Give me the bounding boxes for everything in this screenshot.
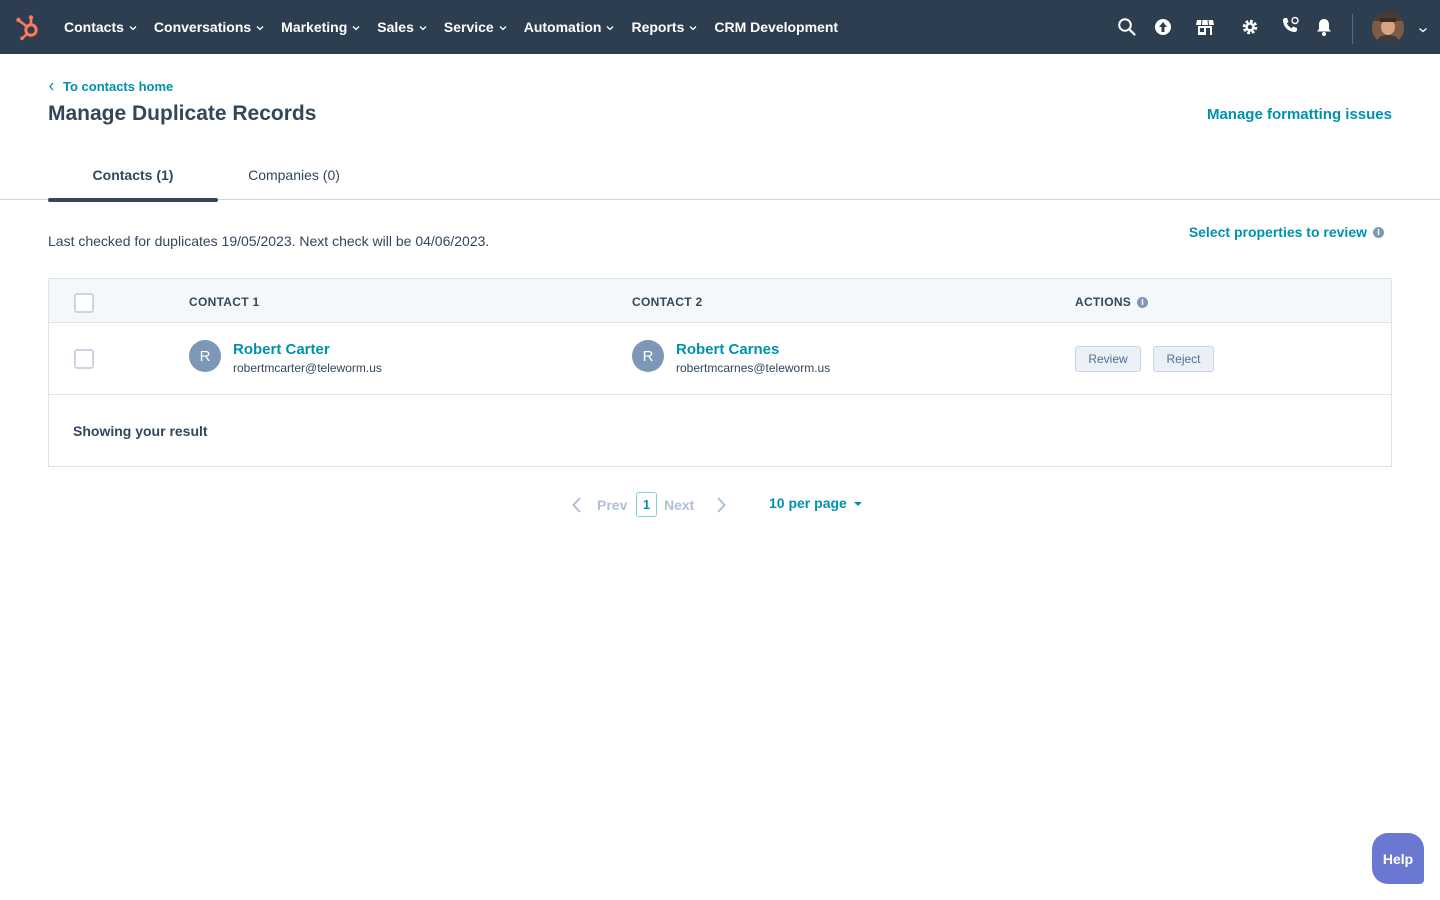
column-header-label: ACTIONS xyxy=(1075,295,1132,309)
chevron-left-icon[interactable] xyxy=(571,496,582,514)
chevron-down-icon xyxy=(689,26,697,31)
prev-page-button[interactable]: Prev xyxy=(597,497,627,513)
page-title: Manage Duplicate Records xyxy=(48,102,317,125)
main-menu: Contacts Conversations Marketing Sales S… xyxy=(64,0,855,54)
chevron-down-icon xyxy=(607,26,614,31)
select-properties-link[interactable]: Select properties to review i xyxy=(1189,224,1384,240)
tab-companies[interactable]: Companies (0) xyxy=(218,150,370,200)
contact-1-name-link[interactable]: Robert Carter xyxy=(233,341,330,358)
nav-marketing-label: Marketing xyxy=(281,19,348,35)
info-icon[interactable]: i xyxy=(1373,226,1384,238)
column-header-label: CONTACT 2 xyxy=(632,295,703,309)
chevron-down-icon xyxy=(499,26,507,31)
nav-conversations[interactable]: Conversations xyxy=(154,19,264,35)
column-header-actions: ACTIONS i xyxy=(1075,295,1149,309)
chevron-down-icon xyxy=(419,26,427,31)
nav-sales-label: Sales xyxy=(377,19,414,35)
reject-button[interactable]: Reject xyxy=(1153,346,1214,372)
nav-marketing[interactable]: Marketing xyxy=(281,19,360,35)
nav-crm-development-label: CRM Development xyxy=(714,19,839,35)
column-header-contact-2: CONTACT 2 xyxy=(632,295,702,309)
duplicates-table: CONTACT 1 CONTACT 2 ACTIONS i R Robert C… xyxy=(48,278,1392,467)
manage-formatting-issues-link[interactable]: Manage formatting issues xyxy=(1207,106,1392,123)
top-navigation: Contacts Conversations Marketing Sales S… xyxy=(0,0,1440,54)
nav-contacts[interactable]: Contacts xyxy=(64,19,137,35)
next-page-button[interactable]: Next xyxy=(664,497,694,513)
calling-icon[interactable] xyxy=(1280,16,1300,36)
nav-automation-label: Automation xyxy=(523,19,602,35)
select-properties-label: Select properties to review xyxy=(1188,224,1367,240)
contact-avatar: R xyxy=(189,340,221,372)
nav-sales[interactable]: Sales xyxy=(377,19,427,35)
table-row: R Robert Carter robertmcarter@teleworm.u… xyxy=(49,323,1391,395)
back-to-contacts-link[interactable]: To contacts home xyxy=(48,79,173,94)
record-type-tabs: Contacts (1) Companies (0) xyxy=(0,150,1440,202)
row-checkbox[interactable] xyxy=(74,349,94,369)
hubspot-logo-icon[interactable] xyxy=(14,13,42,41)
current-page-button[interactable]: 1 xyxy=(636,492,657,517)
nav-service[interactable]: Service xyxy=(444,19,507,35)
chevron-down-icon xyxy=(352,26,360,31)
table-header: CONTACT 1 CONTACT 2 ACTIONS i xyxy=(49,279,1391,323)
per-page-dropdown[interactable]: 10 per page xyxy=(769,495,862,511)
nav-divider xyxy=(1352,14,1353,44)
chevron-left-icon xyxy=(49,82,54,91)
tab-contacts[interactable]: Contacts (1) xyxy=(48,150,218,202)
nav-contacts-label: Contacts xyxy=(64,19,124,35)
info-icon[interactable]: i xyxy=(1137,296,1149,308)
results-summary: Showing your result xyxy=(73,423,208,439)
nav-service-label: Service xyxy=(443,19,494,35)
contact-1-email: robertmcarter@teleworm.us xyxy=(233,361,382,375)
column-header-label: CONTACT 1 xyxy=(189,295,260,309)
per-page-label: 10 per page xyxy=(769,495,847,511)
tab-companies-label: Companies (0) xyxy=(248,167,340,183)
contact-2-email: robertmcarnes@teleworm.us xyxy=(676,361,831,375)
active-tab-indicator xyxy=(48,198,218,202)
chevron-down-icon xyxy=(256,26,264,31)
back-link-label: To contacts home xyxy=(63,79,174,94)
chevron-right-icon[interactable] xyxy=(716,496,727,514)
tab-contacts-label: Contacts (1) xyxy=(92,167,174,183)
search-icon[interactable] xyxy=(1117,17,1137,37)
caret-down-icon xyxy=(853,502,862,506)
nav-conversations-label: Conversations xyxy=(153,19,252,35)
user-avatar[interactable] xyxy=(1372,12,1404,44)
chevron-down-icon[interactable] xyxy=(1418,26,1428,34)
marketplace-icon[interactable] xyxy=(1195,17,1215,37)
notifications-icon[interactable] xyxy=(1314,17,1334,37)
chevron-down-icon xyxy=(129,26,137,31)
help-button[interactable]: Help xyxy=(1372,833,1424,884)
settings-icon[interactable] xyxy=(1240,17,1260,37)
column-header-contact-1: CONTACT 1 xyxy=(189,295,259,309)
avatar-photo xyxy=(1372,12,1404,44)
review-button[interactable]: Review xyxy=(1075,346,1141,372)
select-all-checkbox[interactable] xyxy=(74,293,94,313)
nav-reports[interactable]: Reports xyxy=(631,19,697,35)
nav-crm-development[interactable]: CRM Development xyxy=(714,19,838,35)
upgrade-icon[interactable] xyxy=(1153,17,1173,37)
contact-avatar: R xyxy=(632,340,664,372)
last-checked-text: Last checked for duplicates 19/05/2023. … xyxy=(48,233,490,249)
contact-2-name-link[interactable]: Robert Carnes xyxy=(676,341,779,358)
nav-reports-label: Reports xyxy=(631,19,685,35)
nav-automation[interactable]: Automation xyxy=(524,19,615,35)
